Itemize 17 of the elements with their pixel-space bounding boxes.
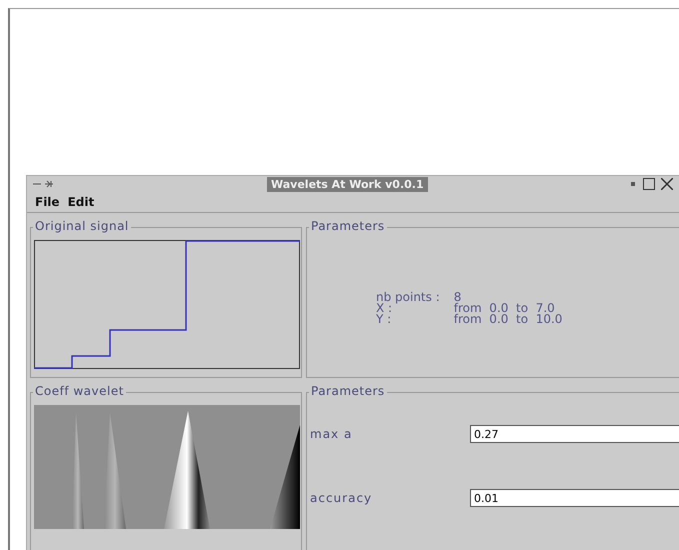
window-title: Wavelets At Work v0.0.1 [267,177,428,192]
info-value: from 0.0 to 7.0 [454,303,555,314]
info-label: X : [376,303,394,314]
group-title: Original signal [33,219,131,234]
menu-item[interactable]: File [35,195,60,210]
group-title: Coeff wavelet [33,384,126,398]
group-title: Parameters [309,384,387,398]
menu-item[interactable]: Edit [68,195,94,210]
info-label: nb points : [376,292,440,304]
field-label: accuracy [310,491,374,506]
info-value: from 0.0 to 10.0 [454,314,562,326]
input-field[interactable]: 0.27 [470,425,679,444]
info-label: Y : [376,314,392,326]
field-label: max a [310,427,354,442]
input-field[interactable]: 0.01 [470,489,679,508]
group-title: Parameters [309,219,387,234]
info-value: 8 [454,292,462,304]
